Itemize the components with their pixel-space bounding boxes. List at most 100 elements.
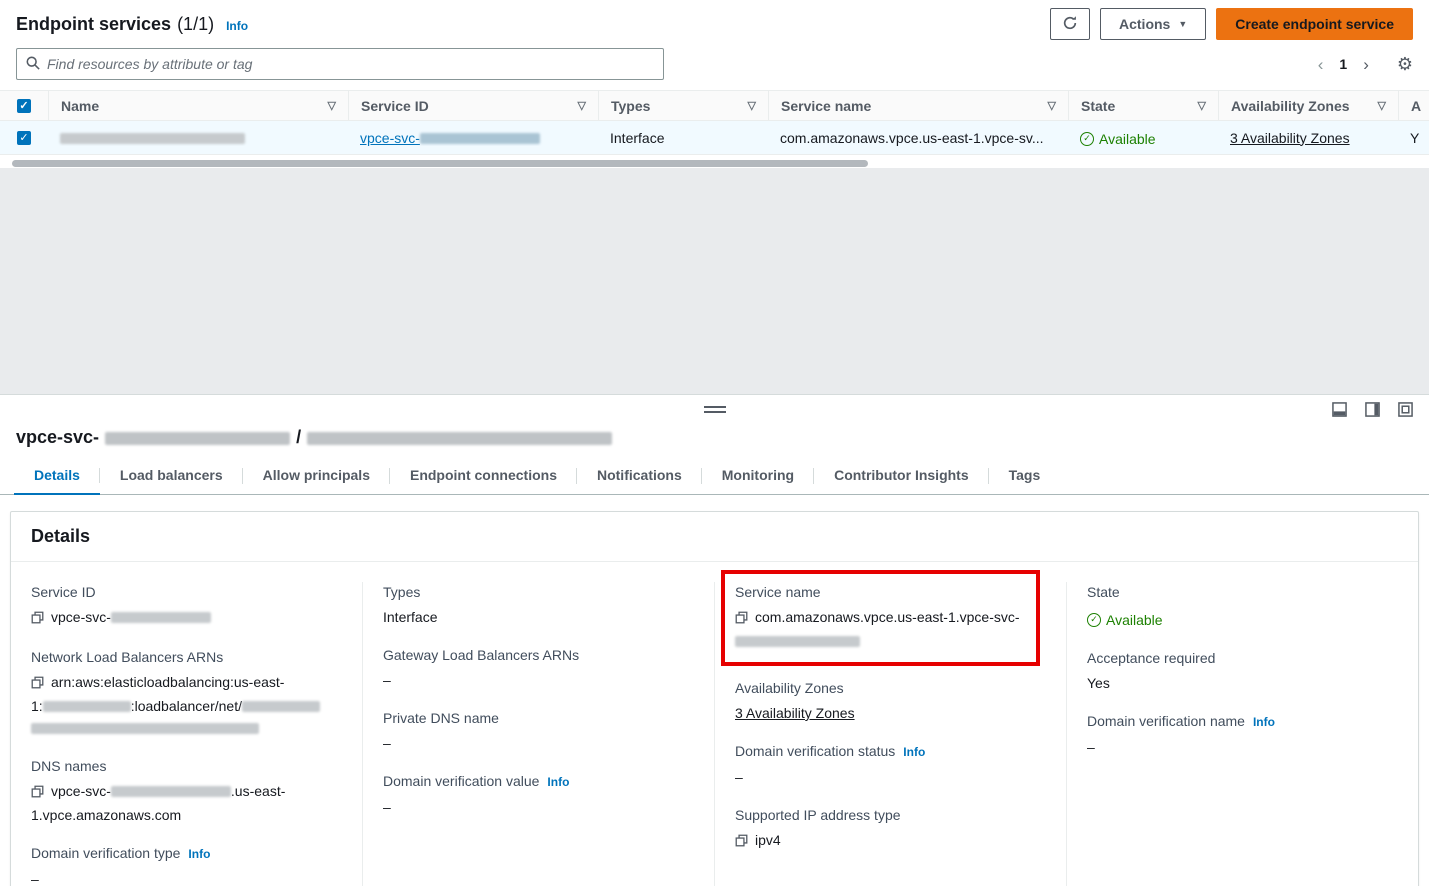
cell-state: ✓ Available <box>1068 128 1218 147</box>
field-private-dns-name: Private DNS name – <box>383 708 694 754</box>
column-header-acceptance[interactable]: A <box>1398 91 1429 120</box>
info-link[interactable]: Info <box>188 847 210 861</box>
tab-bar: Details Load balancers Allow principals … <box>0 458 1429 495</box>
next-page-button[interactable]: › <box>1363 56 1369 73</box>
copy-icon[interactable] <box>31 673 44 695</box>
column-header-state[interactable]: State ▽ <box>1068 91 1218 120</box>
filter-icon[interactable]: ▽ <box>578 99 586 112</box>
app-root: Endpoint services (1/1) Info Actions ▼ C… <box>0 0 1429 886</box>
cell-types: Interface <box>598 130 768 146</box>
field-value: vpce-svc-.us-east- 1.vpce.amazonaws.com <box>31 780 342 826</box>
tab-notifications[interactable]: Notifications <box>577 458 702 494</box>
field-acceptance-required: Acceptance required Yes <box>1087 648 1398 694</box>
status-text: Available <box>1099 131 1156 147</box>
search-box[interactable] <box>16 48 664 80</box>
column-header-availability-zones[interactable]: Availability Zones ▽ <box>1218 91 1398 120</box>
info-link[interactable]: Info <box>1253 715 1275 729</box>
actions-button[interactable]: Actions ▼ <box>1100 8 1206 40</box>
field-label: Domain verification status Info <box>735 741 1046 762</box>
search-icon <box>26 56 40 73</box>
service-id-prefix: vpce-svc- <box>360 130 420 146</box>
filter-icon[interactable]: ▽ <box>1198 99 1206 112</box>
field-types: Types Interface <box>383 582 694 628</box>
settings-gear-icon[interactable]: ⚙ <box>1397 55 1413 73</box>
tab-tags[interactable]: Tags <box>989 458 1061 494</box>
filter-icon[interactable]: ▽ <box>748 99 756 112</box>
service-id-text: vpce-svc- <box>51 609 111 625</box>
panel-drag-handle[interactable] <box>704 406 726 413</box>
redacted-text <box>111 612 211 623</box>
redacted-text <box>735 636 860 647</box>
field-label-text: Domain verification value <box>383 773 539 789</box>
filter-icon[interactable]: ▽ <box>1048 99 1056 112</box>
panel-topbar <box>0 395 1429 423</box>
refresh-button[interactable] <box>1050 8 1090 40</box>
service-id-link[interactable]: vpce-svc- <box>360 130 540 146</box>
available-check-icon: ✓ <box>1087 613 1101 627</box>
previous-page-button[interactable]: ‹ <box>1318 56 1324 73</box>
column-label: Service name <box>781 98 871 114</box>
redacted-title-name <box>307 432 612 445</box>
field-value: – <box>1087 736 1398 758</box>
field-value: Interface <box>383 606 694 628</box>
panel-fullscreen-icon[interactable] <box>1398 402 1413 417</box>
field-service-name: Service name com.amazonaws.vpce.us-east-… <box>735 582 1026 652</box>
availability-zones-link[interactable]: 3 Availability Zones <box>1230 130 1350 146</box>
panel-position-side-icon[interactable] <box>1365 402 1380 417</box>
column-header-service-id[interactable]: Service ID ▽ <box>348 91 598 120</box>
column-header-service-name[interactable]: Service name ▽ <box>768 91 1068 120</box>
select-all-checkbox[interactable]: ✓ <box>17 99 31 113</box>
field-domain-verification-type: Domain verification typeInfo – <box>31 843 342 886</box>
info-link[interactable]: Info <box>226 19 248 33</box>
copy-icon[interactable] <box>31 608 44 630</box>
column-label: Name <box>61 98 99 114</box>
field-service-id: Service ID vpce-svc- <box>31 582 342 630</box>
info-link[interactable]: Info <box>903 745 925 759</box>
create-endpoint-service-button[interactable]: Create endpoint service <box>1216 8 1413 40</box>
column-label: Availability Zones <box>1231 98 1350 114</box>
field-network-load-balancer-arns: Network Load Balancers ARNs arn:aws:elas… <box>31 647 342 739</box>
tab-details[interactable]: Details <box>14 458 100 495</box>
filter-icon[interactable]: ▽ <box>1378 99 1386 112</box>
field-label: Domain verification value Info <box>383 771 694 792</box>
cell-service-id: vpce-svc- <box>348 130 598 146</box>
availability-zones-link[interactable]: 3 Availability Zones <box>735 705 855 721</box>
column-header-types[interactable]: Types ▽ <box>598 91 768 120</box>
column-header-name[interactable]: Name ▽ <box>48 91 348 120</box>
horizontal-scrollbar[interactable] <box>12 160 1417 168</box>
details-card: Details Service ID vpce-svc- Network Loa… <box>10 511 1419 886</box>
row-checkbox[interactable]: ✓ <box>17 131 31 145</box>
field-label-text: Domain verification status <box>735 743 895 759</box>
info-link[interactable]: Info <box>547 775 569 789</box>
copy-icon[interactable] <box>735 608 748 630</box>
tab-allow-principals[interactable]: Allow principals <box>243 458 390 494</box>
panel-position-bottom-icon[interactable] <box>1332 402 1347 417</box>
service-name-text: com.amazonaws.vpce.us-east-1.vpce-svc- <box>755 609 1020 625</box>
status-badge: ✓ Available <box>1087 609 1163 631</box>
details-column-2: Types Interface Gateway Load Balancers A… <box>362 582 714 886</box>
filter-icon[interactable]: ▽ <box>328 99 336 112</box>
field-label: Service name <box>735 582 1026 602</box>
field-label: Gateway Load Balancers ARNs <box>383 645 694 665</box>
cell-acceptance: Y <box>1398 130 1429 146</box>
cell-service-name: com.amazonaws.vpce.us-east-1.vpce-sv... <box>768 130 1068 146</box>
tab-load-balancers[interactable]: Load balancers <box>100 458 243 494</box>
field-value: arn:aws:elasticloadbalancing:us-east- 1:… <box>31 671 342 739</box>
field-dns-names: DNS names vpce-svc-.us-east- 1.vpce.amaz… <box>31 756 342 826</box>
details-card-heading: Details <box>11 512 1418 562</box>
tab-monitoring[interactable]: Monitoring <box>702 458 814 494</box>
field-domain-verification-status: Domain verification status Info – <box>735 741 1046 788</box>
field-value: – <box>735 766 1046 788</box>
arn-text: arn:aws:elasticloadbalancing:us-east- <box>51 674 284 690</box>
search-input[interactable] <box>47 56 654 72</box>
scrollbar-thumb[interactable] <box>12 160 868 167</box>
current-page[interactable]: 1 <box>1339 56 1347 72</box>
tab-contributor-insights[interactable]: Contributor Insights <box>814 458 989 494</box>
tab-endpoint-connections[interactable]: Endpoint connections <box>390 458 577 494</box>
copy-icon[interactable] <box>735 831 748 853</box>
panel-layout-controls <box>1332 402 1413 417</box>
table-row[interactable]: ✓ vpce-svc- Interface com.amazonaws.vpce… <box>0 121 1429 155</box>
copy-icon[interactable] <box>31 782 44 804</box>
dns-text: .us-east- <box>231 783 285 799</box>
table-toolbar: ‹ 1 › ⚙ <box>16 48 1413 80</box>
